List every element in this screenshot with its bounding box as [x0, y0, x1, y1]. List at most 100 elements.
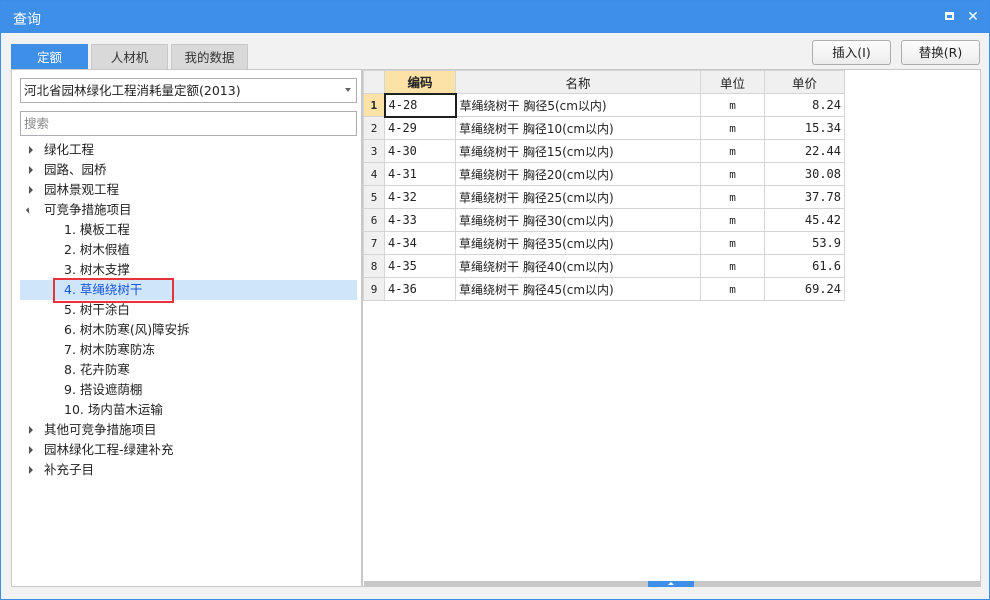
- table-row[interactable]: 8 4-35 草绳绕树干 胸径40(cm以内) m 61.6: [363, 254, 845, 278]
- table-row[interactable]: 4 4-31 草绳绕树干 胸径20(cm以内) m 30.08: [363, 162, 845, 186]
- tree-node[interactable]: 9. 搭设遮荫棚: [20, 380, 357, 400]
- unit-cell[interactable]: m: [700, 277, 765, 301]
- tree-node[interactable]: 绿化工程: [20, 140, 357, 160]
- unit-cell[interactable]: m: [700, 162, 765, 186]
- window-title: 查询: [13, 12, 41, 28]
- collapsed-arrow-icon[interactable]: [29, 146, 33, 154]
- replace-button[interactable]: 替换(R): [901, 40, 980, 65]
- tree-node[interactable]: 园林景观工程: [20, 180, 357, 200]
- insert-button[interactable]: 插入(I): [812, 40, 891, 65]
- name-cell[interactable]: 草绳绕树干 胸径30(cm以内): [455, 208, 701, 232]
- code-cell[interactable]: 4-33: [384, 208, 456, 232]
- column-header-code[interactable]: 编码: [384, 70, 456, 94]
- tab-my-data[interactable]: 我的数据: [171, 44, 248, 70]
- collapsed-arrow-icon[interactable]: [29, 446, 33, 454]
- column-header-price[interactable]: 单价: [764, 70, 845, 94]
- name-cell[interactable]: 草绳绕树干 胸径20(cm以内): [455, 162, 701, 186]
- row-number-cell[interactable]: 4: [363, 162, 385, 186]
- expanded-arrow-icon[interactable]: [25, 207, 33, 214]
- tree-node[interactable]: 4. 草绳绕树干: [20, 278, 357, 303]
- tree-node-label: 园林景观工程: [44, 182, 120, 197]
- table-row[interactable]: 2 4-29 草绳绕树干 胸径10(cm以内) m 15.34: [363, 116, 845, 140]
- code-cell[interactable]: 4-32: [384, 185, 456, 209]
- row-number-cell[interactable]: 8: [363, 254, 385, 278]
- row-number-cell[interactable]: 7: [363, 231, 385, 255]
- tree-node[interactable]: 其他可竞争措施项目: [20, 420, 357, 440]
- price-cell[interactable]: 37.78: [764, 185, 845, 209]
- title-bar[interactable]: 查询 ✕: [1, 1, 989, 33]
- unit-cell[interactable]: m: [700, 185, 765, 209]
- row-number-cell[interactable]: 3: [363, 139, 385, 163]
- code-cell[interactable]: 4-29: [384, 116, 456, 140]
- table-row[interactable]: 6 4-33 草绳绕树干 胸径30(cm以内) m 45.42: [363, 208, 845, 232]
- code-cell[interactable]: 4-35: [384, 254, 456, 278]
- collapsed-arrow-icon[interactable]: [29, 186, 33, 194]
- price-cell[interactable]: 61.6: [764, 254, 845, 278]
- collapsed-arrow-icon[interactable]: [29, 466, 33, 474]
- unit-cell[interactable]: m: [700, 93, 765, 117]
- tree-node[interactable]: 6. 树木防寒(风)障安拆: [20, 320, 357, 340]
- table-row[interactable]: 7 4-34 草绳绕树干 胸径35(cm以内) m 53.9: [363, 231, 845, 255]
- tree-node-label: 园林绿化工程-绿建补充: [44, 442, 174, 457]
- table-row[interactable]: 5 4-32 草绳绕树干 胸径25(cm以内) m 37.78: [363, 185, 845, 209]
- tree-node[interactable]: 园路、园桥: [20, 160, 357, 180]
- row-number-cell[interactable]: 6: [363, 208, 385, 232]
- price-cell[interactable]: 69.24: [764, 277, 845, 301]
- name-cell[interactable]: 草绳绕树干 胸径5(cm以内): [455, 93, 701, 117]
- tree-node[interactable]: 8. 花卉防寒: [20, 360, 357, 380]
- tree-node-label: 5. 树干涂白: [64, 302, 130, 317]
- unit-cell[interactable]: m: [700, 208, 765, 232]
- tree-node[interactable]: 7. 树木防寒防冻: [20, 340, 357, 360]
- name-cell[interactable]: 草绳绕树干 胸径10(cm以内): [455, 116, 701, 140]
- row-number-cell[interactable]: 2: [363, 116, 385, 140]
- unit-cell[interactable]: m: [700, 116, 765, 140]
- column-header-unit[interactable]: 单位: [700, 70, 765, 94]
- panel-collapse-handle[interactable]: [648, 581, 694, 587]
- tree-node[interactable]: 补充子目: [20, 460, 357, 480]
- search-input[interactable]: [20, 111, 357, 136]
- price-cell[interactable]: 8.24: [764, 93, 845, 117]
- tree-node[interactable]: 10. 场内苗木运输: [20, 400, 357, 420]
- code-cell[interactable]: 4-31: [384, 162, 456, 186]
- price-cell[interactable]: 45.42: [764, 208, 845, 232]
- table-row[interactable]: 1 4-28 草绳绕树干 胸径5(cm以内) m 8.24: [363, 92, 845, 118]
- name-cell[interactable]: 草绳绕树干 胸径15(cm以内): [455, 139, 701, 163]
- tree-node-label: 2. 树木假植: [64, 242, 130, 257]
- tab-quota[interactable]: 定额: [11, 44, 88, 70]
- tab-labor-material-machine[interactable]: 人材机: [91, 44, 168, 70]
- column-header-name[interactable]: 名称: [455, 70, 701, 94]
- chevron-up-icon: [668, 582, 674, 585]
- unit-cell[interactable]: m: [700, 231, 765, 255]
- tree-node-label: 1. 模板工程: [64, 222, 130, 237]
- price-cell[interactable]: 22.44: [764, 139, 845, 163]
- code-cell[interactable]: 4-30: [384, 139, 456, 163]
- tree-node[interactable]: 可竞争措施项目: [20, 200, 357, 220]
- tree-node[interactable]: 园林绿化工程-绿建补充: [20, 440, 357, 460]
- name-cell[interactable]: 草绳绕树干 胸径35(cm以内): [455, 231, 701, 255]
- tree-node[interactable]: 1. 模板工程: [20, 220, 357, 240]
- name-cell[interactable]: 草绳绕树干 胸径45(cm以内): [455, 277, 701, 301]
- row-number-cell[interactable]: 5: [363, 185, 385, 209]
- price-cell[interactable]: 30.08: [764, 162, 845, 186]
- collapsed-arrow-icon[interactable]: [29, 166, 33, 174]
- row-number-cell[interactable]: 9: [363, 277, 385, 301]
- row-number-cell[interactable]: 1: [363, 93, 385, 117]
- collapsed-arrow-icon[interactable]: [29, 426, 33, 434]
- tree-node[interactable]: 5. 树干涂白: [20, 300, 357, 320]
- close-button[interactable]: ✕: [963, 7, 983, 27]
- quota-library-select[interactable]: 河北省园林绿化工程消耗量定额(2013): [20, 78, 357, 103]
- code-cell[interactable]: 4-36: [384, 277, 456, 301]
- name-cell[interactable]: 草绳绕树干 胸径25(cm以内): [455, 185, 701, 209]
- tree-node[interactable]: 3. 树木支撑: [20, 260, 357, 280]
- code-cell[interactable]: 4-34: [384, 231, 456, 255]
- tree-node[interactable]: 2. 树木假植: [20, 240, 357, 260]
- price-cell[interactable]: 15.34: [764, 116, 845, 140]
- maximize-button[interactable]: [939, 7, 959, 27]
- name-cell[interactable]: 草绳绕树干 胸径40(cm以内): [455, 254, 701, 278]
- code-cell[interactable]: 4-28: [383, 92, 457, 118]
- table-row[interactable]: 3 4-30 草绳绕树干 胸径15(cm以内) m 22.44: [363, 139, 845, 163]
- unit-cell[interactable]: m: [700, 254, 765, 278]
- price-cell[interactable]: 53.9: [764, 231, 845, 255]
- unit-cell[interactable]: m: [700, 139, 765, 163]
- table-row[interactable]: 9 4-36 草绳绕树干 胸径45(cm以内) m 69.24: [363, 277, 845, 301]
